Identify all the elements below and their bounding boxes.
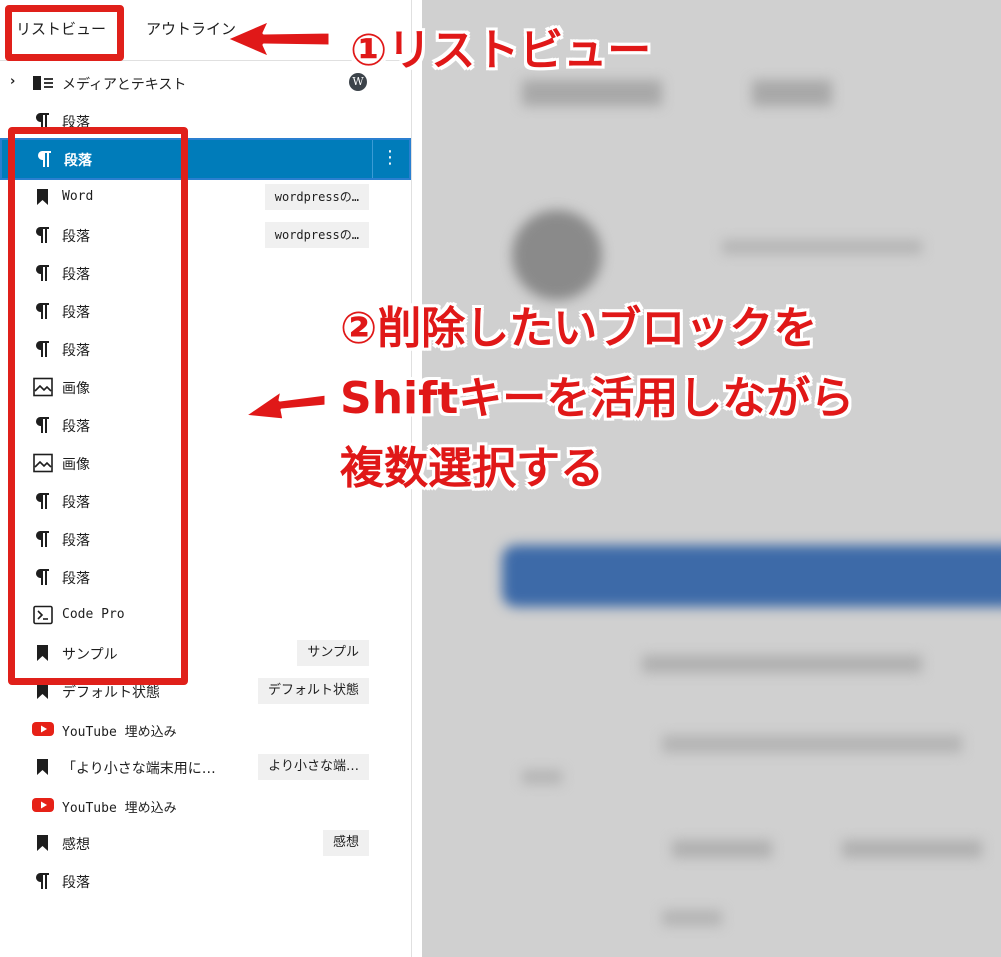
- block-anchor-badge: デフォルト状態: [257, 678, 369, 704]
- block-anchor-badge: より小さな端…: [258, 754, 369, 780]
- youtube-icon: [32, 795, 54, 815]
- block-label: YouTube 埋め込み: [62, 801, 177, 816]
- annotation-step2-line3: 複数選択する: [340, 443, 604, 494]
- chevron-right-icon[interactable]: ›: [10, 74, 15, 89]
- list-item[interactable]: 「より小さな端末用に… より小さな端…: [0, 748, 411, 786]
- arrow-to-tab-icon: [224, 18, 332, 60]
- list-item[interactable]: 段落: [0, 862, 411, 900]
- block-label: 「より小さな端末用に…: [62, 761, 216, 777]
- arrow-to-blocks-icon: [242, 388, 328, 422]
- block-anchor-badge: 感想: [322, 830, 369, 856]
- bookmark-icon: [32, 833, 54, 853]
- block-label: メディアとテキスト: [62, 77, 187, 93]
- highlight-list-view-tab: [5, 5, 124, 61]
- tab-outline[interactable]: アウトライン: [146, 18, 236, 39]
- bookmark-icon: [32, 757, 54, 777]
- block-label: 感想: [62, 837, 90, 853]
- youtube-icon: [32, 719, 54, 739]
- highlight-selected-blocks: [8, 127, 188, 685]
- annotation-step2-line2: Shiftキーを活用しながら: [340, 373, 855, 424]
- options-divider: [372, 140, 373, 178]
- media-text-icon: [32, 73, 54, 93]
- block-label: 段落: [62, 875, 90, 891]
- more-options-icon[interactable]: ⋮: [381, 149, 399, 167]
- annotation-step1: ①リストビュー: [350, 25, 652, 76]
- list-item[interactable]: YouTube 埋め込み: [0, 710, 411, 748]
- block-anchor-badge: サンプル: [297, 640, 369, 666]
- block-anchor-badge: wordpressの…: [264, 184, 369, 210]
- block-label: デフォルト状態: [62, 685, 160, 701]
- block-label: YouTube 埋め込み: [62, 725, 177, 740]
- list-item[interactable]: YouTube 埋め込み: [0, 786, 411, 824]
- block-anchor-badge: wordpressの…: [264, 222, 369, 248]
- list-item[interactable]: 感想 感想: [0, 824, 411, 862]
- paragraph-icon: [32, 871, 54, 891]
- annotation-step2-line1: ②削除したいブロックを: [340, 303, 818, 354]
